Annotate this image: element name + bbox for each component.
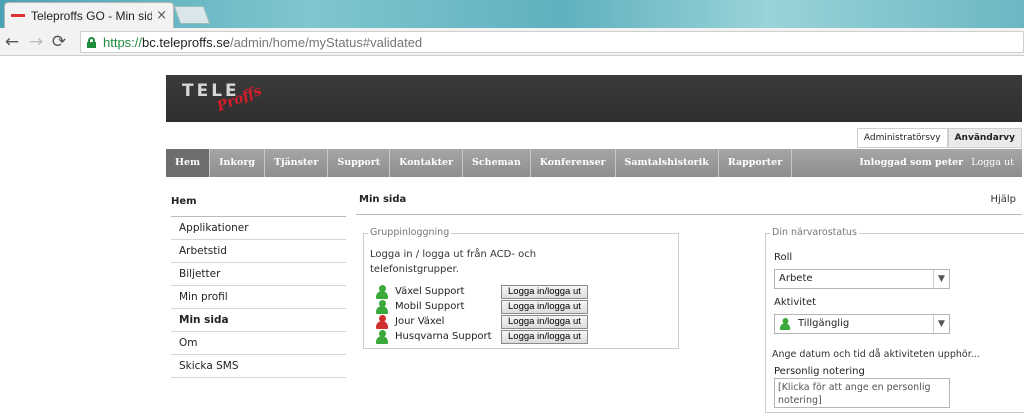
content-divider (356, 214, 1022, 215)
sidebar-item-om[interactable]: Om (171, 332, 346, 355)
nav-scheman[interactable]: Scheman (463, 149, 531, 177)
activity-select[interactable]: Tillgänglig ▼ (774, 314, 950, 334)
nav-hem[interactable]: Hem (166, 149, 211, 177)
nav-samtalshistorik[interactable]: Samtalshistorik (616, 149, 719, 177)
group-login-description: Logga in / logga ut från ACD- och telefo… (370, 249, 537, 275)
personal-note-field[interactable]: [Klicka för att ange en personlig noteri… (774, 378, 950, 408)
help-link[interactable]: Hjälp (990, 194, 1016, 205)
back-arrow-icon[interactable]: ← (2, 32, 22, 52)
nav-konferenser[interactable]: Konferenser (531, 149, 616, 177)
agent-status-icon (376, 329, 388, 344)
group-login-toggle-button[interactable]: Logga in/logga ut (501, 329, 588, 344)
nav-kontakter[interactable]: Kontakter (390, 149, 464, 177)
group-login-legend: Gruppinloggning (368, 227, 452, 238)
close-tab-icon[interactable]: × (156, 8, 167, 23)
activity-value: Tillgänglig (798, 318, 850, 329)
presence-status-panel: Din närvarostatus Roll Arbete ▼ Aktivite… (765, 227, 1024, 413)
browser-tab[interactable]: Teleproffs GO - Min sida × (4, 2, 174, 28)
nav-tjanster[interactable]: Tjänster (265, 149, 329, 177)
set-activity-end-link[interactable]: Ange datum och tid då aktiviteten upphör… (772, 349, 980, 360)
site-favicon-icon (11, 11, 25, 21)
sidebar: Hem Applikationer Arbetstid Biljetter Mi… (171, 194, 346, 378)
sidebar-item-applikationer[interactable]: Applikationer (171, 217, 346, 240)
dropdown-arrow-icon[interactable]: ▼ (933, 315, 949, 333)
main-navigation: Hem Inkorg Tjänster Support Kontakter Sc… (166, 149, 1022, 177)
nav-support[interactable]: Support (328, 149, 391, 177)
group-name: Husqvarna Support (395, 331, 492, 342)
page-title: Min sida (359, 194, 407, 205)
group-login-panel: Gruppinloggning Logga in / logga ut från… (363, 227, 679, 349)
agent-status-icon (376, 284, 388, 299)
group-name: Jour Växel (395, 316, 445, 327)
tab-admin-view[interactable]: Administratörsvy (856, 128, 948, 148)
agent-status-icon (376, 299, 388, 314)
lock-icon (87, 36, 96, 48)
group-row: Växel Support Logga in/logga ut (376, 284, 588, 299)
browser-tabstrip: Teleproffs GO - Min sida × (0, 0, 1024, 28)
presence-legend: Din närvarostatus (770, 227, 859, 238)
group-name: Växel Support (395, 286, 465, 297)
browser-toolbar: ← → ⟳ https://bc.teleproffs.se/admin/hom… (0, 28, 1024, 56)
role-value: Arbete (779, 273, 813, 284)
sidebar-title: Hem (171, 196, 197, 207)
group-name: Mobil Support (395, 301, 465, 312)
tab-user-view[interactable]: Användarvy (947, 128, 1022, 148)
role-select[interactable]: Arbete ▼ (774, 269, 950, 289)
tab-title: Teleproffs GO - Min sida (31, 8, 153, 23)
new-tab-button[interactable] (173, 6, 211, 24)
url-host: bc.teleproffs.se (142, 34, 230, 50)
logout-link[interactable]: Logga ut (971, 149, 1022, 177)
nav-inkorg[interactable]: Inkorg (210, 149, 265, 177)
forward-arrow-icon[interactable]: → (26, 32, 46, 52)
sidebar-item-min-sida[interactable]: Min sida (171, 309, 346, 332)
group-row: Husqvarna Support Logga in/logga ut (376, 329, 588, 344)
sidebar-item-skicka-sms[interactable]: Skicka SMS (171, 355, 346, 378)
agent-status-icon (376, 314, 388, 329)
group-login-toggle-button[interactable]: Logga in/logga ut (501, 284, 588, 299)
url-path: /admin/home/myStatus#validated (229, 34, 423, 50)
group-login-toggle-button[interactable]: Logga in/logga ut (501, 314, 588, 329)
dropdown-arrow-icon[interactable]: ▼ (933, 270, 949, 288)
app-banner: TELE Proffs (166, 75, 1022, 122)
address-bar[interactable]: https://bc.teleproffs.se/admin/home/mySt… (80, 31, 1024, 53)
group-row: Mobil Support Logga in/logga ut (376, 299, 588, 314)
available-status-icon (779, 318, 791, 330)
sidebar-item-biljetter[interactable]: Biljetter (171, 263, 346, 286)
logged-in-user: Inloggad som peter (859, 157, 964, 168)
activity-label: Aktivitet (774, 297, 817, 308)
reload-icon[interactable]: ⟳ (49, 32, 69, 52)
sidebar-item-min-profil[interactable]: Min profil (171, 286, 346, 309)
group-login-toggle-button[interactable]: Logga in/logga ut (501, 299, 588, 314)
view-switcher: Administratörsvy Användarvy (856, 128, 1022, 148)
role-label: Roll (774, 252, 793, 263)
group-row: Jour Växel Logga in/logga ut (376, 314, 588, 329)
nav-rapporter[interactable]: Rapporter (719, 149, 793, 177)
personal-note-label: Personlig notering (774, 366, 865, 377)
sidebar-item-arbetstid[interactable]: Arbetstid (171, 240, 346, 263)
url-scheme: https:// (103, 34, 143, 50)
